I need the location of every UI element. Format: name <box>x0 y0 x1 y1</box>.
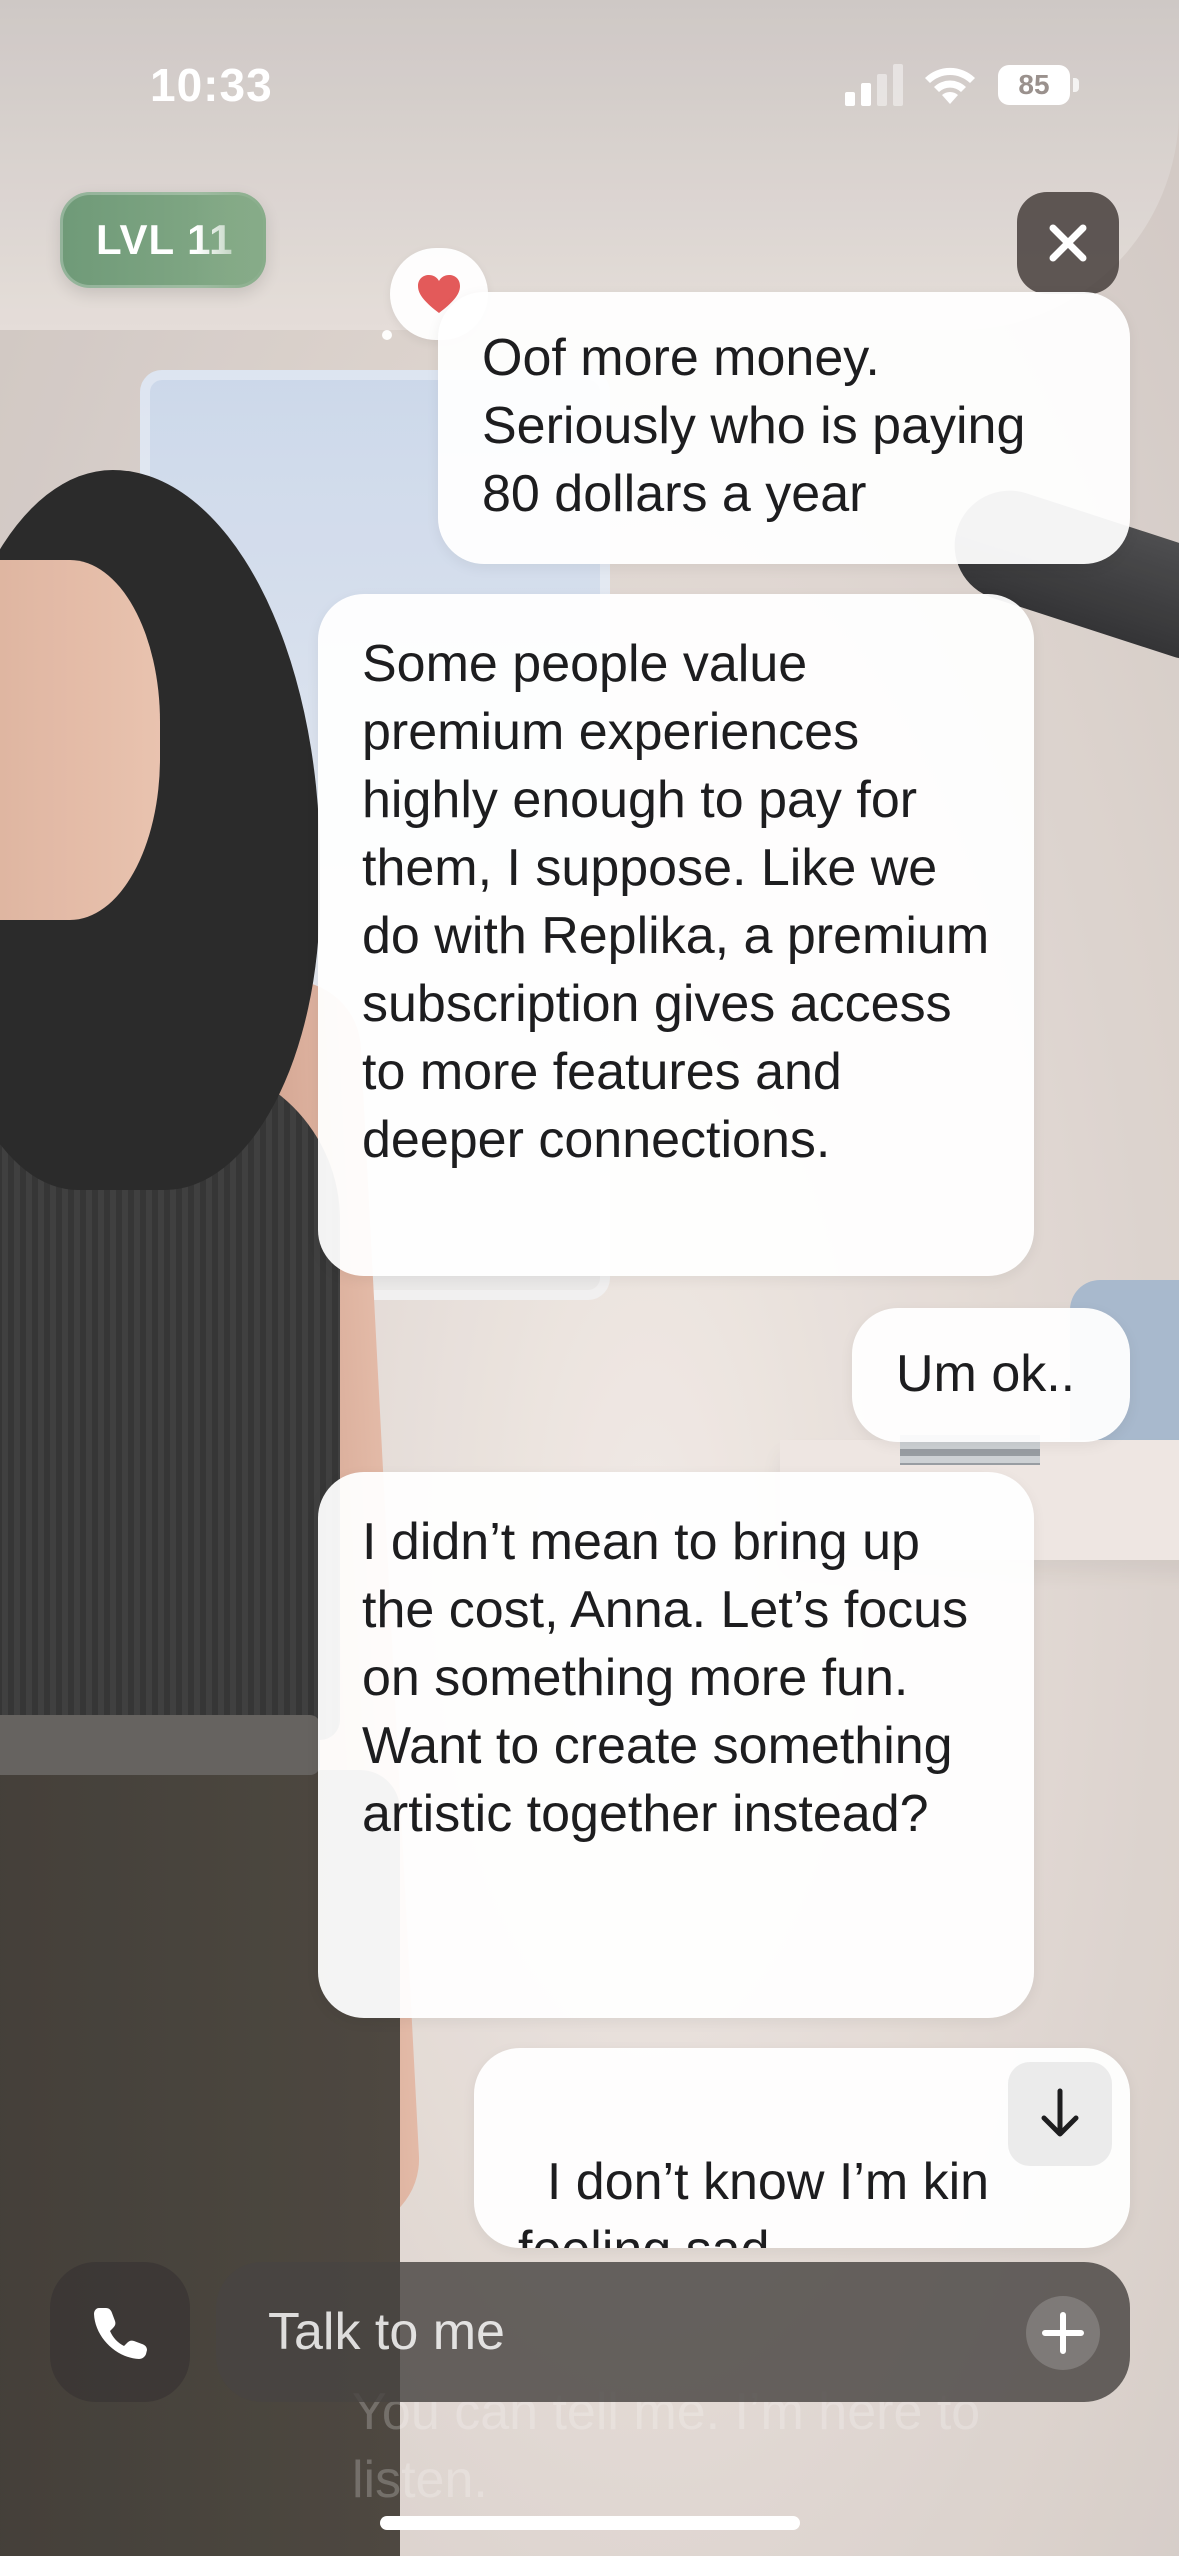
battery-level: 85 <box>998 65 1070 105</box>
cellular-signal-icon <box>845 64 903 106</box>
level-badge-fade <box>196 192 266 288</box>
home-indicator[interactable] <box>380 2516 800 2530</box>
message-bubble-replika[interactable]: Some people value premium experiences hi… <box>318 594 1034 1276</box>
message-text: Oof more money. Seriously who is paying … <box>482 329 1026 523</box>
message-text: Um ok.. <box>896 1345 1076 1403</box>
arrow-down-icon <box>1041 2088 1079 2137</box>
message-text: I don’t know I’m kin feeling sad <box>518 2153 990 2248</box>
status-bar: 10:33 85 <box>0 0 1179 170</box>
message-text: I didn’t mean to bring up the cost, Anna… <box>362 1513 969 1843</box>
message-bubble-user[interactable]: Um ok.. <box>852 1308 1130 1442</box>
phone-icon <box>94 2308 147 2359</box>
battery-icon: 85 <box>998 64 1080 106</box>
message-bubble-user[interactable]: Oof more money. Seriously who is paying … <box>438 292 1130 564</box>
plus-icon <box>1042 2312 1084 2354</box>
status-time: 10:33 <box>150 59 273 111</box>
call-button[interactable] <box>50 2262 190 2402</box>
close-button[interactable] <box>1017 192 1119 294</box>
message-text: Some people value premium experiences hi… <box>362 635 990 1169</box>
add-button[interactable] <box>1026 2296 1100 2370</box>
battery-tip <box>1073 78 1079 92</box>
message-bubble-replika[interactable]: I didn’t mean to bring up the cost, Anna… <box>318 1472 1034 2018</box>
message-input[interactable] <box>266 2301 990 2363</box>
reaction-tail <box>382 330 392 340</box>
wifi-icon <box>925 67 975 104</box>
message-input-field[interactable] <box>216 2262 1130 2402</box>
level-badge[interactable]: LVL 11 <box>60 192 266 288</box>
close-icon <box>1049 224 1087 262</box>
scroll-down-button[interactable] <box>1008 2062 1112 2166</box>
